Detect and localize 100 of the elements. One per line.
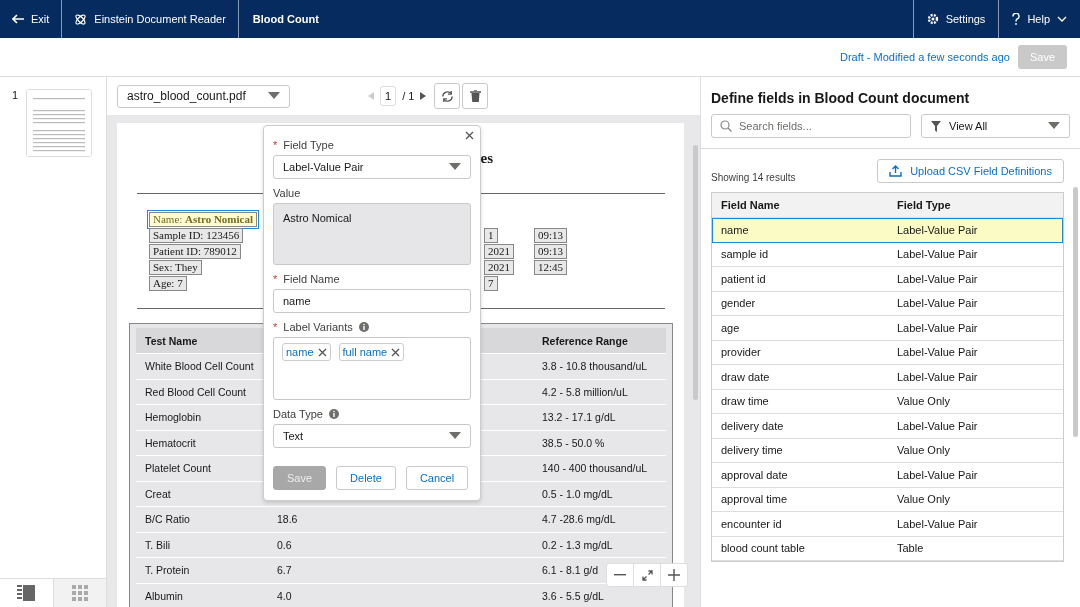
search-field[interactable]: Search fields...	[711, 114, 911, 138]
field-row[interactable]: encounter id Label-Value Pair	[712, 512, 1063, 537]
delete-button[interactable]	[462, 83, 489, 109]
results-count: Showing 14 results	[711, 172, 796, 183]
table-cell: B/C Ratio	[145, 513, 190, 526]
column-header[interactable]: Field Name	[721, 199, 897, 211]
trash-icon	[469, 90, 481, 102]
field-type-dropdown[interactable]: Label-Value Pair	[273, 155, 471, 179]
table-cell: 3.8 - 10.8 thousand/uL	[542, 360, 648, 373]
expand-icon	[641, 569, 653, 581]
page-number: 1	[12, 89, 19, 101]
column-header: Reference Range	[542, 334, 628, 347]
upload-icon	[889, 165, 903, 177]
table-cell: Platelet Count	[145, 462, 211, 475]
popover-button[interactable]: Delete	[336, 466, 396, 490]
value-field[interactable]: Astro Nomical	[273, 203, 471, 265]
help-menu[interactable]: Help	[998, 0, 1080, 38]
table-cell: 3.6 - 5.5 g/dL	[542, 589, 604, 602]
table-cell: 0.2 - 1.3 mg/dL	[542, 538, 613, 551]
caret-icon	[449, 163, 461, 171]
caret-icon	[268, 92, 280, 100]
table-cell: Albumin	[145, 589, 183, 602]
field-row[interactable]: sample id Label-Value Pair	[712, 242, 1063, 267]
refresh-button[interactable]	[434, 83, 461, 109]
page-input[interactable]: 1	[380, 86, 397, 106]
table-cell: White Blood Cell Count	[145, 360, 254, 373]
next-page-icon[interactable]	[420, 92, 427, 100]
data-type-dropdown[interactable]: Text	[273, 424, 471, 448]
document-field[interactable]: 2021	[484, 260, 514, 275]
scrollbar[interactable]	[1073, 187, 1078, 437]
page-thumbnail[interactable]	[26, 89, 93, 157]
table-cell: Hematocrit	[145, 436, 196, 449]
remove-icon[interactable]	[317, 347, 327, 357]
settings-button[interactable]: Settings	[912, 0, 999, 38]
document-field[interactable]: 2021	[484, 244, 514, 259]
required-mark: *	[273, 139, 278, 151]
field-row[interactable]: approval date Label-Value Pair	[712, 463, 1063, 488]
field-label: Label Variants	[283, 321, 353, 333]
required-mark: *	[273, 273, 278, 285]
table-cell: Red Blood Cell Count	[145, 385, 246, 398]
document-field[interactable]: Sex: They	[149, 260, 202, 275]
document-field[interactable]: 09:13	[534, 228, 568, 243]
filter-dropdown[interactable]: View All	[921, 114, 1070, 138]
column-header[interactable]: Field Type	[897, 199, 1063, 211]
list-view-icon[interactable]	[17, 585, 36, 601]
variant-pill[interactable]: name	[282, 343, 331, 361]
field-row[interactable]: approval time Value Only	[712, 487, 1063, 512]
field-row[interactable]: patient id Label-Value Pair	[712, 267, 1063, 292]
field-row[interactable]: name Label-Value Pair	[712, 218, 1063, 243]
table-cell: 38.5 - 50.0 %	[542, 436, 605, 449]
info-icon	[358, 322, 369, 332]
document-field[interactable]: 7	[484, 276, 498, 291]
popover-button[interactable]: Cancel	[405, 466, 469, 490]
variant-pill[interactable]: full name	[338, 343, 405, 361]
table-cell: Creat	[145, 487, 171, 500]
atom-icon	[74, 12, 88, 26]
required-mark: *	[273, 321, 278, 333]
table-cell: 6.1 - 8.1 g/d	[542, 564, 599, 577]
document-title: es	[480, 149, 493, 167]
document-field[interactable]: Patient ID: 789012	[149, 244, 241, 259]
field-row[interactable]: blood count table Table	[712, 536, 1063, 561]
field-row[interactable]: age Label-Value Pair	[712, 316, 1063, 341]
page-title: Blood Count	[251, 12, 320, 27]
document-field[interactable]: 09:13	[534, 244, 568, 259]
table-cell: 0.5 - 1.0 mg/dL	[542, 487, 613, 500]
info-icon	[328, 409, 339, 419]
upload-button[interactable]: Upload CSV Field Definitions	[877, 159, 1064, 183]
document-field[interactable]: Name: Astro Nomical	[149, 212, 257, 227]
exit-button[interactable]: Exit	[0, 0, 63, 38]
remove-icon[interactable]	[391, 347, 401, 357]
label-variants-field[interactable]: name full name	[273, 337, 471, 400]
document-field[interactable]: Age: 7	[149, 276, 187, 291]
field-name-input[interactable]: name	[273, 289, 471, 313]
document-field[interactable]: 12:45	[534, 260, 568, 275]
field-row[interactable]: delivery time Value Only	[712, 438, 1063, 463]
table-cell: 4.7 -28.6 mg/dL	[542, 513, 616, 526]
grid-view-icon[interactable]	[71, 585, 88, 601]
table-cell: 13.2 - 17.1 g/dL	[542, 411, 616, 424]
field-row[interactable]: gender Label-Value Pair	[712, 291, 1063, 316]
field-row[interactable]: draw time Value Only	[712, 389, 1063, 414]
search-icon	[720, 120, 732, 132]
field-label: Field Type	[283, 139, 334, 151]
scrollbar[interactable]	[693, 145, 698, 400]
document-field[interactable]: 1	[484, 228, 498, 243]
field-row[interactable]: delivery date Label-Value Pair	[712, 414, 1063, 439]
field-row[interactable]: provider Label-Value Pair	[712, 340, 1063, 365]
file-dropdown[interactable]: astro_blood_count.pdf	[117, 84, 290, 108]
field-label: Value	[273, 187, 301, 199]
field-row[interactable]: draw date Label-Value Pair	[712, 365, 1063, 390]
close-icon[interactable]	[465, 131, 474, 140]
app-name-button[interactable]: Einstein Document Reader	[62, 0, 239, 38]
minus-icon	[614, 574, 626, 576]
back-arrow-icon	[12, 14, 24, 24]
table-cell: 4.0	[277, 589, 292, 602]
field-label: Field Name	[283, 273, 340, 285]
table-cell: 140 - 400 thousand/uL	[542, 462, 648, 475]
draft-status: Draft - Modified a few seconds ago	[839, 51, 1010, 63]
document-field[interactable]: Sample ID: 123456	[149, 228, 244, 243]
column-header: Test Name	[145, 334, 198, 347]
table-cell: 18.6	[277, 513, 298, 526]
